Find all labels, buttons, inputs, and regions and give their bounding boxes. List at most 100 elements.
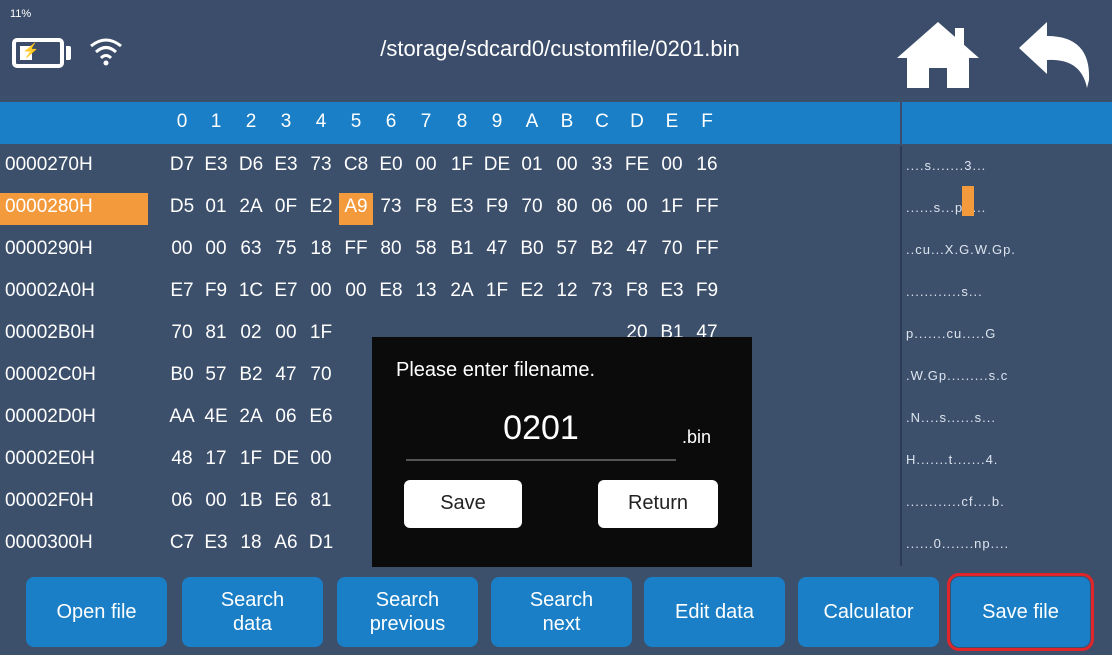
filename-input[interactable]: 0201: [406, 409, 676, 461]
hex-byte-cell[interactable]: 1F: [445, 151, 479, 183]
edit-data-button[interactable]: Edit data: [644, 577, 785, 647]
hex-byte-cell[interactable]: 58: [409, 235, 443, 267]
hex-byte-cell[interactable]: 00: [199, 235, 233, 267]
hex-byte-cell[interactable]: 73: [374, 193, 408, 225]
row-address[interactable]: 0000270H: [0, 151, 148, 183]
hex-byte-cell[interactable]: DE: [269, 445, 303, 477]
row-address[interactable]: 0000290H: [0, 235, 148, 267]
dialog-return-button[interactable]: Return: [598, 480, 718, 528]
hex-byte-cell[interactable]: 00: [269, 319, 303, 351]
hex-byte-cell[interactable]: 06: [269, 403, 303, 435]
hex-byte-cell[interactable]: 00: [199, 487, 233, 519]
hex-byte-cell[interactable]: DE: [480, 151, 514, 183]
hex-byte-cell[interactable]: 00: [339, 277, 373, 309]
hex-byte-cell[interactable]: 16: [690, 151, 724, 183]
hex-byte-cell[interactable]: D6: [234, 151, 268, 183]
back-arrow-icon[interactable]: [1015, 18, 1095, 90]
hex-byte-cell[interactable]: 18: [304, 235, 338, 267]
hex-byte-cell[interactable]: E3: [199, 529, 233, 561]
hex-byte-cell[interactable]: 80: [374, 235, 408, 267]
search-next-button[interactable]: Search next: [491, 577, 632, 647]
hex-byte-cell[interactable]: 13: [409, 277, 443, 309]
row-address[interactable]: 0000300H: [0, 529, 148, 561]
hex-byte-cell[interactable]: C8: [339, 151, 373, 183]
hex-byte-cell[interactable]: E0: [374, 151, 408, 183]
hex-byte-cell[interactable]: [339, 319, 373, 351]
hex-byte-cell[interactable]: D1: [304, 529, 338, 561]
row-address[interactable]: 00002B0H: [0, 319, 148, 351]
hex-byte-cell[interactable]: E3: [199, 151, 233, 183]
hex-byte-cell[interactable]: 47: [269, 361, 303, 393]
hex-byte-cell[interactable]: 1B: [234, 487, 268, 519]
hex-byte-cell[interactable]: F9: [690, 277, 724, 309]
hex-byte-cell[interactable]: 80: [550, 193, 584, 225]
calculator-button[interactable]: Calculator: [798, 577, 939, 647]
hex-byte-cell[interactable]: 00: [620, 193, 654, 225]
hex-byte-cell[interactable]: 2A: [234, 403, 268, 435]
hex-byte-cell[interactable]: E3: [655, 277, 689, 309]
hex-byte-cell[interactable]: [339, 445, 373, 477]
row-address[interactable]: 00002F0H: [0, 487, 148, 519]
hex-byte-cell[interactable]: 0F: [269, 193, 303, 225]
hex-byte-cell[interactable]: E2: [304, 193, 338, 225]
hex-byte-cell[interactable]: B0: [165, 361, 199, 393]
hex-byte-cell[interactable]: E7: [165, 277, 199, 309]
hex-byte-cell[interactable]: E2: [515, 277, 549, 309]
hex-byte-cell[interactable]: E3: [445, 193, 479, 225]
save-file-button[interactable]: Save file: [947, 573, 1094, 651]
hex-byte-cell[interactable]: B2: [585, 235, 619, 267]
hex-byte-cell[interactable]: 00: [165, 235, 199, 267]
hex-byte-cell[interactable]: 1F: [234, 445, 268, 477]
hex-byte-cell[interactable]: D5: [165, 193, 199, 225]
hex-byte-cell[interactable]: [339, 403, 373, 435]
hex-byte-cell[interactable]: E6: [304, 403, 338, 435]
hex-byte-cell[interactable]: E8: [374, 277, 408, 309]
hex-byte-cell[interactable]: 63: [234, 235, 268, 267]
hex-byte-cell[interactable]: F8: [620, 277, 654, 309]
hex-byte-cell[interactable]: 1F: [655, 193, 689, 225]
hex-byte-cell[interactable]: F8: [409, 193, 443, 225]
hex-byte-cell[interactable]: 12: [550, 277, 584, 309]
hex-byte-cell[interactable]: 2A: [234, 193, 268, 225]
hex-byte-cell[interactable]: 73: [304, 151, 338, 183]
hex-byte-cell[interactable]: 57: [550, 235, 584, 267]
hex-byte-cell[interactable]: B0: [515, 235, 549, 267]
hex-byte-cell[interactable]: 02: [234, 319, 268, 351]
hex-byte-cell[interactable]: 00: [304, 277, 338, 309]
hex-byte-cell[interactable]: FF: [690, 235, 724, 267]
hex-byte-cell[interactable]: 75: [269, 235, 303, 267]
hex-byte-cell[interactable]: C7: [165, 529, 199, 561]
hex-byte-cell[interactable]: FF: [339, 235, 373, 267]
home-icon[interactable]: [895, 20, 981, 90]
hex-byte-cell[interactable]: 33: [585, 151, 619, 183]
hex-byte-cell[interactable]: E7: [269, 277, 303, 309]
row-address[interactable]: 00002C0H: [0, 361, 148, 393]
hex-byte-cell[interactable]: AA: [165, 403, 199, 435]
hex-byte-cell[interactable]: 01: [199, 193, 233, 225]
hex-byte-cell[interactable]: 81: [199, 319, 233, 351]
row-address[interactable]: 00002E0H: [0, 445, 148, 477]
hex-byte-cell[interactable]: B2: [234, 361, 268, 393]
hex-byte-cell[interactable]: 00: [409, 151, 443, 183]
hex-byte-cell[interactable]: 01: [515, 151, 549, 183]
hex-byte-cell[interactable]: 06: [585, 193, 619, 225]
row-address[interactable]: 00002D0H: [0, 403, 148, 435]
hex-byte-cell[interactable]: 18: [234, 529, 268, 561]
dialog-save-button[interactable]: Save: [404, 480, 522, 528]
hex-byte-cell[interactable]: 1F: [480, 277, 514, 309]
hex-byte-cell[interactable]: [339, 529, 373, 561]
hex-byte-cell[interactable]: 57: [199, 361, 233, 393]
hex-byte-cell[interactable]: 48: [165, 445, 199, 477]
hex-byte-cell[interactable]: FE: [620, 151, 654, 183]
hex-byte-cell[interactable]: 00: [550, 151, 584, 183]
hex-byte-cell[interactable]: 06: [165, 487, 199, 519]
hex-byte-cell[interactable]: D7: [165, 151, 199, 183]
hex-byte-cell[interactable]: F9: [480, 193, 514, 225]
hex-byte-cell[interactable]: E6: [269, 487, 303, 519]
hex-byte-cell[interactable]: 73: [585, 277, 619, 309]
hex-byte-cell[interactable]: 17: [199, 445, 233, 477]
hex-byte-cell[interactable]: 70: [515, 193, 549, 225]
hex-byte-cell[interactable]: 4E: [199, 403, 233, 435]
hex-byte-cell[interactable]: 47: [620, 235, 654, 267]
hex-byte-cell[interactable]: A6: [269, 529, 303, 561]
